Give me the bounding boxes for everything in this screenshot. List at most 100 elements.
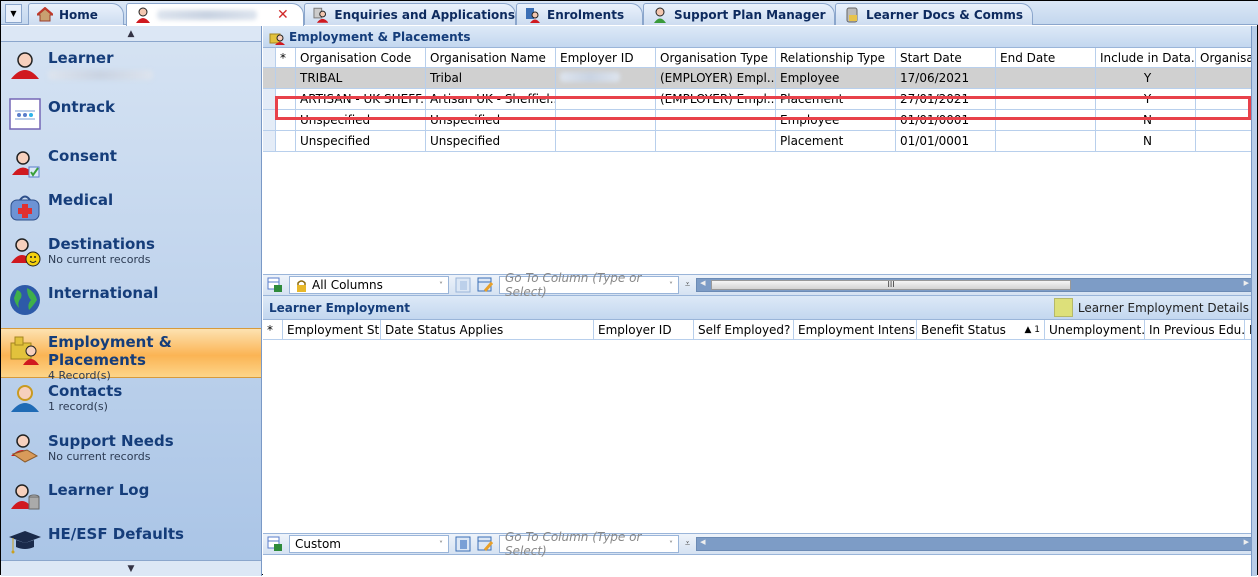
tab-learner-docs[interactable]: Learner Docs & Comms — [835, 3, 1033, 25]
goto-column-select[interactable]: Go To Column (Type or Select) ˅ — [499, 271, 679, 299]
tab-enrolments[interactable]: Enrolments — [516, 3, 643, 25]
column-view-select[interactable]: All Columns ˅ — [289, 276, 449, 294]
sidebar-item-employment-placements[interactable]: Employment & Placements 4 Record(s) — [1, 328, 261, 382]
tab-list-dropdown[interactable]: ▼ — [5, 4, 22, 23]
sidebar-item-contacts[interactable]: Contacts 1 record(s) — [1, 378, 261, 428]
sidebar-item-learner[interactable]: Learner — [1, 45, 261, 95]
table-cell[interactable]: Employee — [776, 110, 896, 130]
table-cell[interactable]: Unspecified — [426, 110, 556, 130]
edit-layout-icon[interactable] — [477, 277, 493, 293]
table-cell[interactable]: TRIBAL — [296, 68, 426, 88]
table-cell[interactable] — [996, 110, 1096, 130]
sidebar-scroll-up[interactable]: ▲ — [1, 26, 261, 42]
table-cell[interactable]: Unspecified — [296, 110, 426, 130]
scroll-right-icon[interactable]: ▶ — [1244, 279, 1249, 287]
table-cell[interactable]: Artisan UK - Sheffiel... — [426, 89, 556, 109]
column-header[interactable]: In Previous Edu... — [1145, 320, 1245, 339]
column-header[interactable]: Organisati — [1196, 48, 1253, 67]
scroll-right-icon[interactable]: ▶ — [1244, 538, 1249, 546]
table-cell[interactable]: Tribal — [426, 68, 556, 88]
table-cell[interactable]: Y — [1096, 89, 1196, 109]
pin-icon[interactable]: ⩡ — [685, 539, 690, 549]
table-cell[interactable]: N — [1096, 131, 1196, 151]
table-cell[interactable] — [1196, 68, 1253, 88]
employment-horizontal-scrollbar[interactable]: ◀ III ▶ — [696, 278, 1253, 292]
column-header[interactable]: End Date — [996, 48, 1096, 67]
column-header[interactable]: Organisation Name — [426, 48, 556, 67]
sidebar-item-destinations[interactable]: Destinations No current records — [1, 231, 261, 281]
column-header[interactable]: Organisation Type — [656, 48, 776, 67]
table-cell[interactable] — [276, 110, 296, 130]
table-row[interactable]: ARTISAN - UK SHEFF... Artisan UK - Sheffi… — [263, 89, 1253, 110]
column-header[interactable]: Employment Intensity — [794, 320, 917, 339]
row-selector[interactable] — [263, 131, 276, 151]
column-header[interactable]: Include in Data... — [1096, 48, 1196, 67]
table-cell[interactable]: 01/01/0001 — [896, 131, 996, 151]
export-excel-icon[interactable] — [267, 277, 283, 293]
table-cell[interactable]: (EMPLOYER) Empl... — [656, 68, 776, 88]
table-cell[interactable] — [656, 131, 776, 151]
close-tab-icon[interactable]: ✕ — [277, 7, 289, 23]
table-cell[interactable] — [276, 89, 296, 109]
row-selector[interactable] — [263, 110, 276, 130]
learner-employment-horizontal-scrollbar[interactable]: ◀ ▶ — [696, 537, 1253, 551]
row-selector[interactable] — [263, 68, 276, 88]
table-cell[interactable]: 01/01/0001 — [896, 110, 996, 130]
tab-enquiries[interactable]: Enquiries and Applications — [304, 3, 516, 25]
table-cell[interactable]: Placement — [776, 131, 896, 151]
column-header[interactable]: Organisation Code — [296, 48, 426, 67]
table-cell[interactable] — [1196, 131, 1253, 151]
table-cell[interactable] — [276, 68, 296, 88]
scroll-left-icon[interactable]: ◀ — [700, 279, 705, 287]
table-cell[interactable]: 17/06/2021 — [896, 68, 996, 88]
table-cell[interactable] — [556, 68, 656, 88]
column-view-select[interactable]: Custom ˅ — [289, 535, 449, 553]
table-cell[interactable] — [996, 89, 1096, 109]
export-excel-icon[interactable] — [267, 536, 283, 552]
sidebar-item-ontrack[interactable]: Ontrack — [1, 94, 261, 144]
table-cell[interactable] — [276, 131, 296, 151]
table-cell[interactable] — [556, 131, 656, 151]
table-cell[interactable] — [556, 89, 656, 109]
table-cell[interactable] — [996, 68, 1096, 88]
sidebar-item-consent[interactable]: Consent — [1, 143, 261, 193]
table-row[interactable]: TRIBAL Tribal (EMPLOYER) Empl... Employee 17… — [263, 68, 1253, 89]
row-selector[interactable] — [263, 89, 276, 109]
tab-home[interactable]: Home — [28, 3, 124, 25]
sidebar-item-medical[interactable]: Medical — [1, 187, 261, 237]
edit-layout-icon[interactable] — [477, 536, 493, 552]
table-cell[interactable] — [656, 110, 776, 130]
tab-support-plan-manager[interactable]: Support Plan Manager — [643, 3, 835, 25]
table-cell[interactable]: (EMPLOYER) Empl... — [656, 89, 776, 109]
goto-column-select[interactable]: Go To Column (Type or Select) ˅ — [499, 530, 679, 558]
column-header[interactable]: Unemployment... — [1045, 320, 1145, 339]
column-header[interactable]: * — [276, 48, 296, 67]
pin-icon[interactable]: ⩡ — [685, 280, 690, 290]
scroll-left-icon[interactable]: ◀ — [700, 538, 705, 546]
vertical-scrollbar[interactable] — [1251, 26, 1257, 576]
scrollbar-thumb[interactable]: III — [711, 280, 1072, 290]
column-header[interactable]: Start Date — [896, 48, 996, 67]
table-cell[interactable]: Unspecified — [296, 131, 426, 151]
tab-learner-record[interactable]: ✕ — [126, 3, 304, 26]
table-cell[interactable]: Unspecified — [426, 131, 556, 151]
column-header[interactable]: Relationship Type — [776, 48, 896, 67]
sidebar-item-support-needs[interactable]: Support Needs No current records — [1, 428, 261, 478]
sidebar-item-learner-log[interactable]: Learner Log — [1, 477, 261, 527]
table-cell[interactable]: N — [1096, 110, 1196, 130]
column-header[interactable]: Self Employed? — [694, 320, 794, 339]
sidebar-item-international[interactable]: International — [1, 280, 261, 330]
column-header[interactable]: * — [263, 320, 283, 339]
table-cell[interactable] — [996, 131, 1096, 151]
sidebar-scroll-down[interactable]: ▼ — [1, 560, 261, 576]
column-chooser-icon[interactable] — [455, 536, 471, 552]
column-header[interactable]: Date Status Applies — [381, 320, 594, 339]
table-cell[interactable] — [1196, 110, 1253, 130]
table-cell[interactable]: 27/01/2021 — [896, 89, 996, 109]
column-header-sorted[interactable]: Benefit Status ▲ 1 — [917, 320, 1045, 339]
table-cell[interactable] — [1196, 89, 1253, 109]
table-cell[interactable]: Y — [1096, 68, 1196, 88]
table-cell[interactable]: Employee — [776, 68, 896, 88]
column-header[interactable]: Employer ID — [594, 320, 694, 339]
table-row[interactable]: Unspecified Unspecified Employee 01/01/0001… — [263, 110, 1253, 131]
